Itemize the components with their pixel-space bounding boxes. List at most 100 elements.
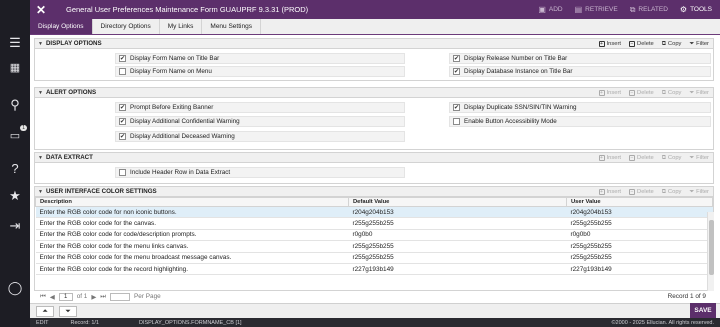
previous-section-icon[interactable]: ⏶: [36, 306, 54, 317]
copy-button[interactable]: ⧉ Copy: [662, 155, 682, 162]
last-page-icon[interactable]: ⏭: [100, 293, 106, 301]
collapse-icon[interactable]: ▼: [38, 155, 43, 161]
retrieve-button[interactable]: ▤ RETRIEVE: [575, 5, 618, 14]
collapse-icon[interactable]: ▼: [38, 41, 43, 47]
alert-options-header[interactable]: ▼ ALERT OPTIONS + Insert − Delete ⧉ Copy ⏷ F…: [34, 87, 714, 98]
user-value-cell[interactable]: r227g193b149: [566, 263, 713, 276]
insert-button[interactable]: + Insert: [598, 89, 621, 96]
help-icon[interactable]: ?: [0, 156, 30, 180]
left-navigation: ☰ ▦ ⚲ ▭ 1 ? ★ ⇥ ◯: [0, 0, 30, 327]
delete-button[interactable]: − Delete: [629, 189, 654, 195]
insert-button[interactable]: + Insert: [598, 41, 621, 47]
display-options-header[interactable]: ▼ DISPLAY OPTIONS + Insert − Delete ⧉ Copy …: [34, 38, 714, 49]
column-header-user-value[interactable]: User Value: [566, 197, 713, 207]
collapse-icon[interactable]: ▼: [38, 189, 43, 195]
filter-button[interactable]: ⏷ Filter: [689, 41, 709, 48]
insert-button[interactable]: + Insert: [598, 155, 621, 161]
copy-button[interactable]: ⧉ Copy: [662, 41, 682, 48]
checkbox[interactable]: [119, 169, 126, 176]
add-button[interactable]: ▣ ADD: [538, 5, 562, 14]
user-value-cell[interactable]: r255g255b255: [566, 240, 713, 253]
insert-button[interactable]: + Insert: [598, 189, 621, 195]
table-row[interactable]: Enter the RGB color code for the canvas.…: [35, 217, 713, 230]
menu-icon[interactable]: ☰: [0, 31, 30, 55]
copy-button[interactable]: ⧉ Copy: [662, 189, 682, 196]
star-icon[interactable]: ★: [0, 184, 30, 208]
tab-menu-settings[interactable]: Menu Settings: [202, 19, 261, 34]
grid-icon[interactable]: ▦: [0, 55, 30, 79]
close-icon[interactable]: ✕: [30, 3, 52, 17]
filter-icon: ⏷: [689, 89, 695, 96]
data-extract-header[interactable]: ▼ DATA EXTRACT + Insert − Delete ⧉ Copy ⏷ Fi…: [34, 152, 714, 163]
checkbox-release-number[interactable]: ✔ Display Release Number on Title Bar: [449, 53, 711, 64]
table-row[interactable]: Enter the RGB color code for the menu br…: [35, 252, 713, 264]
user-icon[interactable]: ◯: [0, 276, 30, 300]
filter-button[interactable]: ⏷ Filter: [689, 189, 709, 196]
checkbox[interactable]: ✔: [119, 104, 126, 111]
color-settings-header[interactable]: ▼ USER INTERFACE COLOR SETTINGS + Insert …: [34, 186, 714, 197]
column-header-description[interactable]: Description: [35, 197, 349, 207]
color-settings-grid: Description Default Value User Value Ent…: [34, 197, 714, 291]
retrieve-icon: ▤: [574, 5, 583, 14]
sign-out-icon[interactable]: ⇥: [0, 214, 30, 238]
checkbox[interactable]: ✔: [453, 55, 460, 62]
delete-button[interactable]: − Delete: [629, 155, 654, 161]
checkbox[interactable]: ✔: [119, 133, 126, 140]
tab-directory-options[interactable]: Directory Options: [93, 19, 160, 34]
copy-button[interactable]: ⧉ Copy: [662, 90, 682, 97]
alert-options-body: ✔ Prompt Before Exiting Banner ✔ Display A…: [34, 98, 714, 150]
section-toolbar: + Insert − Delete ⧉ Copy ⏷ Filter: [598, 153, 709, 163]
search-icon[interactable]: ⚲: [0, 93, 30, 117]
checkbox-form-name-menu[interactable]: Display Form Name on Menu: [115, 66, 405, 77]
checkbox-form-name-title-bar[interactable]: ✔ Display Form Name on Title Bar: [115, 53, 405, 64]
user-value-cell[interactable]: r204g204b153: [566, 206, 713, 219]
checkbox-button-accessibility[interactable]: Enable Button Accessibility Mode: [449, 116, 711, 127]
table-row[interactable]: Enter the RGB color code for code/descri…: [35, 229, 713, 242]
status-bar: EDIT Record: 1/1 DISPLAY_OPTIONS.FORMNAM…: [30, 318, 720, 327]
first-page-icon[interactable]: ⏮: [40, 293, 46, 301]
collapse-icon[interactable]: ▼: [38, 90, 43, 96]
next-section-icon[interactable]: ⏷: [59, 306, 77, 317]
user-value-cell[interactable]: r255g255b255: [566, 217, 713, 230]
checkbox-header-row[interactable]: Include Header Row in Data Extract: [115, 167, 405, 178]
filter-icon: ⏷: [689, 40, 695, 47]
plus-icon: +: [598, 89, 605, 96]
delete-button[interactable]: − Delete: [629, 41, 654, 47]
delete-button[interactable]: − Delete: [629, 90, 654, 96]
checkbox-deceased-warning[interactable]: ✔ Display Additional Deceased Warning: [115, 131, 405, 142]
tab-my-links[interactable]: My Links: [160, 19, 203, 34]
tab-display-options[interactable]: Display Options: [30, 19, 93, 34]
table-row[interactable]: Enter the RGB color code for the record …: [35, 263, 713, 276]
tools-button[interactable]: ⚙ TOOLS: [680, 5, 712, 14]
checkbox[interactable]: ✔: [119, 118, 126, 125]
save-button[interactable]: SAVE: [690, 303, 716, 318]
checkbox[interactable]: [119, 68, 126, 75]
table-row[interactable]: Enter the RGB color code for non iconic …: [35, 206, 713, 219]
color-settings-section: ▼ USER INTERFACE COLOR SETTINGS + Insert …: [34, 186, 714, 291]
user-value-cell[interactable]: r255g255b255: [566, 252, 713, 264]
checkbox-prompt-exiting[interactable]: ✔ Prompt Before Exiting Banner: [115, 102, 405, 113]
column-header-default-value[interactable]: Default Value: [348, 197, 567, 207]
user-value-cell[interactable]: r0g0b0: [566, 229, 713, 242]
grid-scrollbar[interactable]: [707, 212, 714, 292]
gear-icon: ⚙: [679, 5, 688, 14]
checkbox-database-instance[interactable]: ✔ Display Database Instance on Title Bar: [449, 66, 711, 77]
checkbox-duplicate-ssn[interactable]: ✔ Display Duplicate SSN/SIN/TIN Warning: [449, 102, 711, 113]
filter-button[interactable]: ⏷ Filter: [689, 90, 709, 97]
page-count: of 1: [76, 293, 88, 300]
checkbox[interactable]: ✔: [119, 55, 126, 62]
related-button[interactable]: ⧉ RELATED: [630, 5, 668, 15]
next-page-icon[interactable]: ▶: [91, 293, 96, 301]
per-page-select[interactable]: [110, 292, 131, 301]
add-icon: ▣: [538, 5, 546, 14]
previous-page-icon[interactable]: ◀: [50, 293, 55, 301]
checkbox-confidential-warning[interactable]: ✔ Display Additional Confidential Warning: [115, 116, 405, 127]
scrollbar-thumb[interactable]: [709, 220, 714, 275]
checkbox[interactable]: [453, 118, 460, 125]
inbox-icon[interactable]: ▭ 1: [0, 123, 30, 147]
checkbox[interactable]: ✔: [453, 104, 460, 111]
page-number-input[interactable]: 1: [58, 292, 73, 301]
table-row[interactable]: Enter the RGB color code for the menu li…: [35, 240, 713, 253]
checkbox[interactable]: ✔: [453, 68, 460, 75]
filter-button[interactable]: ⏷ Filter: [689, 155, 709, 162]
